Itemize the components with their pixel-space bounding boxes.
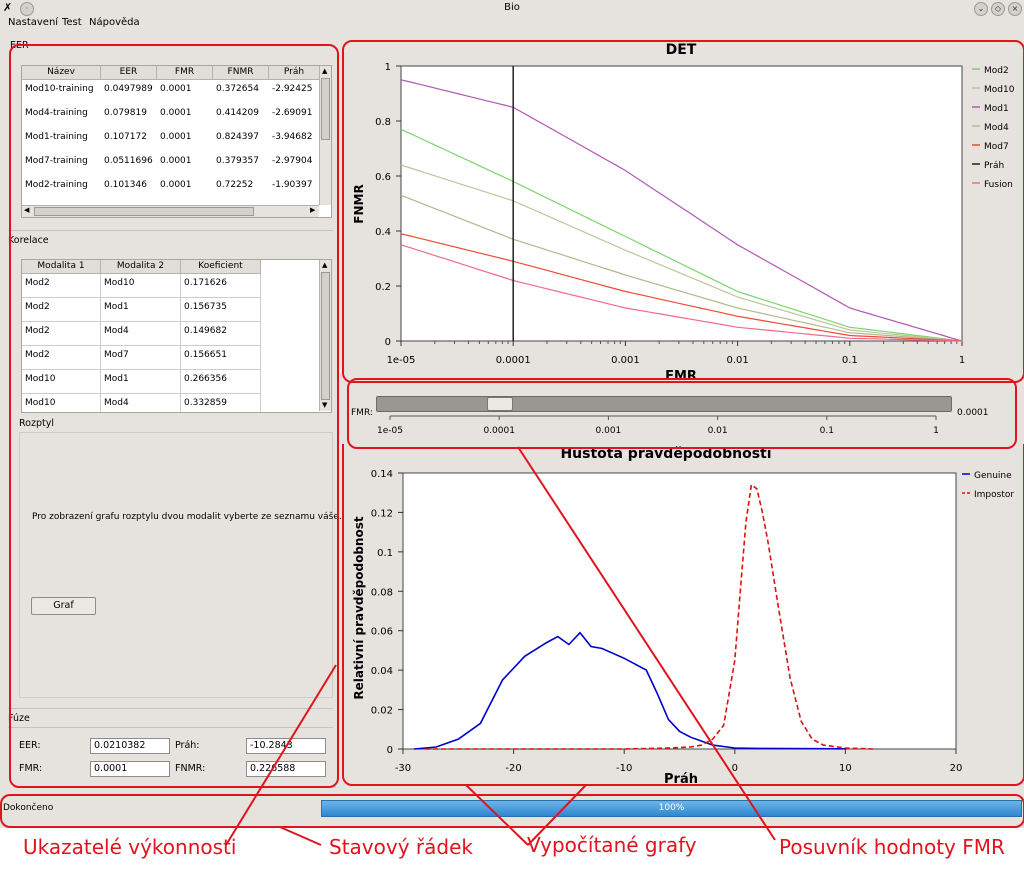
close-icon[interactable]: × bbox=[1008, 2, 1022, 16]
annotation-box-det bbox=[342, 40, 1024, 383]
annotation-box-density bbox=[342, 444, 1024, 786]
annotation-stavovy: Stavový řádek bbox=[329, 835, 473, 859]
menu-test[interactable]: Test bbox=[62, 17, 82, 28]
minimize-icon[interactable]: ⌄ bbox=[974, 2, 988, 16]
title-bar: ✗ · Bio ⌄ ◇ × bbox=[0, 0, 1024, 16]
menu-napoveda[interactable]: Nápověda bbox=[89, 17, 140, 28]
annotation-grafy: Vypočítané grafy bbox=[527, 833, 697, 857]
annotation-box-status bbox=[0, 794, 1024, 828]
window-title: Bio bbox=[504, 2, 520, 13]
annotation-box-slider bbox=[347, 378, 1017, 449]
maximize-icon[interactable]: ◇ bbox=[991, 2, 1005, 16]
leader-stavovy bbox=[279, 826, 322, 846]
menu-nastaveni[interactable]: Nastavení bbox=[8, 17, 58, 28]
annotation-box-indicators bbox=[9, 44, 339, 788]
annotation-posuvnik: Posuvník hodnoty FMR bbox=[779, 835, 1005, 859]
menu-bar: Nastavení Test Nápověda bbox=[0, 16, 1024, 32]
annotation-ukazatele: Ukazatelé výkonnosti bbox=[23, 835, 237, 859]
